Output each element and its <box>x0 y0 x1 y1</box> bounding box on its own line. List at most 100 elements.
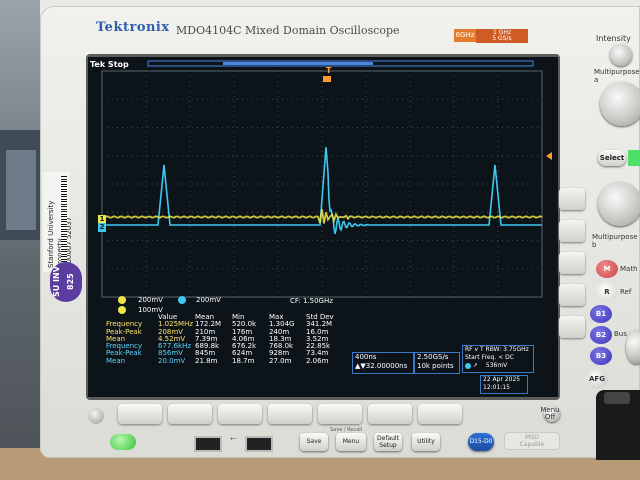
channel-1-scale-chip[interactable] <box>118 296 126 304</box>
measurements-table: Value Mean Min Max Std Dev Frequency 1.02… <box>106 313 346 365</box>
channel-3-scale-chip[interactable] <box>118 306 126 314</box>
channel-2-scale: 200mV <box>196 296 221 304</box>
graticule <box>101 70 543 298</box>
bottom-bezel-button-1[interactable] <box>118 404 162 424</box>
measurement-row: Mean 20.0mV 21.8m 18.7m 27.0m 2.06m <box>106 356 346 365</box>
channel-2-trace <box>102 146 542 234</box>
trigger-level-marker-icon <box>546 152 552 160</box>
usb-port-2[interactable] <box>245 436 273 452</box>
save-label: Save <box>306 438 322 445</box>
measurement-min: 18.7m <box>232 356 255 365</box>
afg-label: AFG <box>589 375 605 383</box>
b3-label: B3 <box>595 352 607 360</box>
property-sticker-text: Stanford University Property 000007 5203… <box>47 176 73 268</box>
time-per-division: 400ns <box>355 353 377 361</box>
cf-readout: CF: 1.50GHz <box>290 297 333 305</box>
time-offset: ▲▼32.00000ns <box>355 362 408 370</box>
measurement-value: 20.0mV <box>158 356 186 365</box>
sample-rate: 2.50GS/s <box>417 353 449 361</box>
record-length: 10k points <box>417 362 454 370</box>
menu-off-label: Menu Off <box>540 406 560 421</box>
rf-start-freq: Start Freq. < DC <box>465 354 514 361</box>
channel-scale-row: 200mV 200mV CF: 1.50GHz <box>106 296 346 306</box>
measurement-label: Mean <box>106 356 126 365</box>
model-name: MDO4104C Mixed Domain Oscilloscope <box>176 24 400 37</box>
bus-b2-button[interactable]: B2 <box>590 326 612 344</box>
timebase-panel[interactable]: 400ns ▲▼32.00000ns <box>352 352 414 374</box>
side-bezel-button-1[interactable] <box>559 188 585 210</box>
b1-label: B1 <box>595 310 607 318</box>
power-button[interactable] <box>110 434 136 450</box>
side-bezel-button-3[interactable] <box>559 252 585 274</box>
b2-label: B2 <box>595 331 607 339</box>
trigger-source-icon <box>465 362 471 369</box>
multipurpose-b-label: Multipurpose b <box>592 233 638 249</box>
ref-button[interactable]: R <box>596 283 618 301</box>
bottom-bezel-button-7[interactable] <box>418 404 462 424</box>
math-label: Math <box>620 265 638 273</box>
default-setup-label: Default Setup <box>377 435 399 449</box>
bottom-bezel-button-4[interactable] <box>268 404 312 424</box>
multipurpose-b-knob[interactable] <box>598 182 640 226</box>
side-bezel-button-5[interactable] <box>559 316 585 338</box>
rf-trigger-panel[interactable]: RF v T RBW: 3.75GHz Start Freq. < DC ↗ 5… <box>462 345 534 373</box>
bottom-menu-ring-icon <box>88 408 104 424</box>
channel-2-scale-chip[interactable] <box>178 296 186 304</box>
cable-connector <box>604 392 630 404</box>
trigger-level-readout: ↗ 536mV <box>463 362 533 370</box>
datetime-panel: 22 Apr 2025 12:01:15 <box>480 375 528 394</box>
trigger-level: 536mV <box>485 362 508 369</box>
utility-button[interactable]: Utility <box>412 433 440 451</box>
d15-d0-label: D15-D0 <box>469 438 493 445</box>
bus-b1-button[interactable]: B1 <box>590 305 612 323</box>
side-bezel-button-2[interactable] <box>559 220 585 242</box>
background-wall <box>0 0 40 480</box>
intensity-knob[interactable] <box>610 44 632 66</box>
select-indicator <box>628 150 640 166</box>
msd-capable-label: MSO Capable <box>504 432 560 450</box>
bandwidth-badge: 1 GHz 5 GS/s <box>476 29 528 43</box>
d15-d0-button[interactable]: D15-D0 <box>468 433 494 451</box>
barcode <box>61 176 67 268</box>
afg-button[interactable]: AFG <box>586 370 608 388</box>
math-button[interactable]: M <box>596 260 618 278</box>
ref-label: Ref <box>620 288 632 296</box>
acquisition-status: Tek Stop <box>90 60 129 69</box>
measurement-mean: 21.8m <box>195 356 218 365</box>
menu-button[interactable]: Menu <box>336 433 366 451</box>
brand-logo: Tektronix <box>96 20 170 35</box>
time-window-marker <box>223 62 373 65</box>
background-equipment-panel <box>6 150 36 230</box>
save-button[interactable]: Save <box>300 433 328 451</box>
rf-rbw-readout: RF v T RBW: 3.75GHz <box>465 346 529 353</box>
bottom-bezel-button-5[interactable] <box>318 404 362 424</box>
usb-icon: ⭠ <box>230 434 238 444</box>
menu-label: Menu <box>342 438 360 445</box>
trigger-slope-icon: ↗ <box>472 362 478 369</box>
trigger-marker: T <box>326 66 332 75</box>
select-label: Select <box>599 154 625 162</box>
date-readout: 22 Apr 2025 <box>483 376 521 383</box>
bottom-bezel-button-6[interactable] <box>368 404 412 424</box>
bottom-bezel-button-2[interactable] <box>168 404 212 424</box>
side-bezel-button-4[interactable] <box>559 284 585 306</box>
channel-2-marker: 2 <box>98 223 106 232</box>
bus-label: Bus <box>614 330 627 338</box>
select-button[interactable]: Select <box>598 150 626 166</box>
channel-1-scale: 200mV <box>138 296 163 304</box>
multipurpose-a-knob[interactable] <box>600 82 640 126</box>
measurement-std: 2.06m <box>306 356 329 365</box>
intensity-label: Intensity <box>596 34 631 43</box>
acquisition-panel[interactable]: 2.50GS/s 10k points <box>414 352 460 374</box>
measurement-max: 27.0m <box>269 356 292 365</box>
channel-knob[interactable] <box>626 330 640 364</box>
utility-label: Utility <box>417 438 435 445</box>
bus-b3-button[interactable]: B3 <box>590 347 612 365</box>
channels-badge: 6GHz <box>454 29 476 42</box>
default-setup-button[interactable]: Default Setup <box>374 433 402 451</box>
usb-port-1[interactable] <box>194 436 222 452</box>
bottom-bezel-button-3[interactable] <box>218 404 262 424</box>
trigger-position-icon <box>323 76 331 82</box>
time-readout: 12:01:15 <box>483 384 510 391</box>
inventory-tag: SU INV 825 <box>50 262 82 302</box>
